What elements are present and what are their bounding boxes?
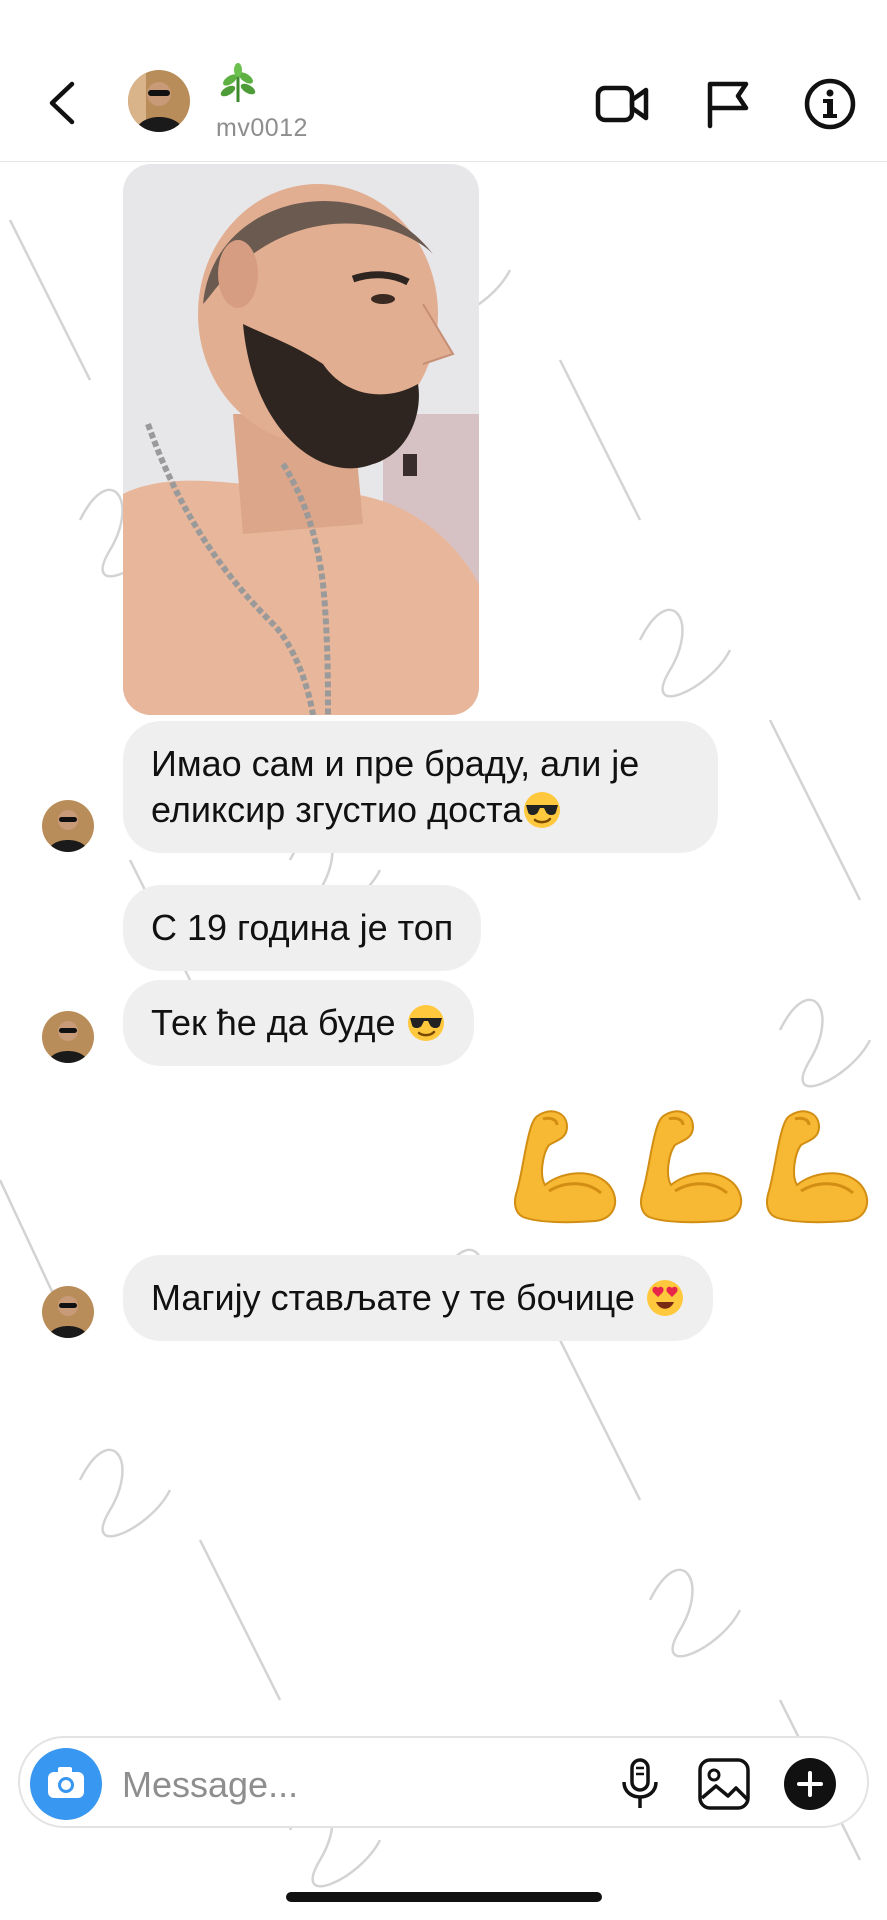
flexed-biceps-emoji-icon [640, 1110, 742, 1224]
camera-button[interactable] [30, 1748, 102, 1820]
leaf-emoji-icon [220, 63, 256, 102]
flexed-biceps-emoji-icon [514, 1110, 616, 1224]
sender-avatar[interactable] [42, 800, 94, 852]
message-text: Имао сам и пре браду, али је еликсир згу… [151, 743, 640, 830]
chevron-left-icon[interactable] [44, 78, 80, 128]
sent-emoji-message [509, 1105, 873, 1225]
message-bubble: Имао сам и пре браду, али је еликсир згу… [123, 721, 718, 853]
message-text: С 19 година је топ [151, 907, 454, 948]
microphone-icon[interactable] [612, 1756, 668, 1812]
sunglasses-emoji-icon [407, 1005, 444, 1041]
camera-icon [48, 1767, 84, 1798]
plus-icon[interactable] [782, 1756, 838, 1812]
home-indicator[interactable] [286, 1892, 602, 1902]
flag-icon[interactable] [700, 76, 760, 132]
message-composer: Message... [18, 1736, 869, 1828]
message-text: Магију стављате у те бочице [151, 1277, 635, 1318]
message-bubble: С 19 година је топ [123, 885, 482, 971]
chat-header: mv0012 [0, 0, 887, 162]
heart-eyes-emoji-icon [646, 1280, 683, 1316]
sender-avatar[interactable] [42, 1286, 94, 1338]
message-bubble: Тек ће да буде [123, 980, 474, 1066]
info-icon[interactable] [800, 76, 860, 132]
photo-message[interactable] [123, 164, 479, 715]
message-input[interactable]: Message... [122, 1764, 298, 1806]
message-text: Тек ће да буде [151, 1002, 396, 1043]
chat-username[interactable]: mv0012 [216, 114, 308, 143]
sender-avatar[interactable] [42, 1011, 94, 1063]
message-bubble: Магију стављате у те бочице [123, 1255, 713, 1341]
avatar[interactable] [128, 70, 190, 132]
flexed-biceps-emoji-icon [766, 1110, 868, 1224]
gallery-icon[interactable] [696, 1756, 752, 1812]
sunglasses-emoji-icon [524, 792, 561, 828]
video-camera-icon[interactable] [592, 76, 652, 132]
